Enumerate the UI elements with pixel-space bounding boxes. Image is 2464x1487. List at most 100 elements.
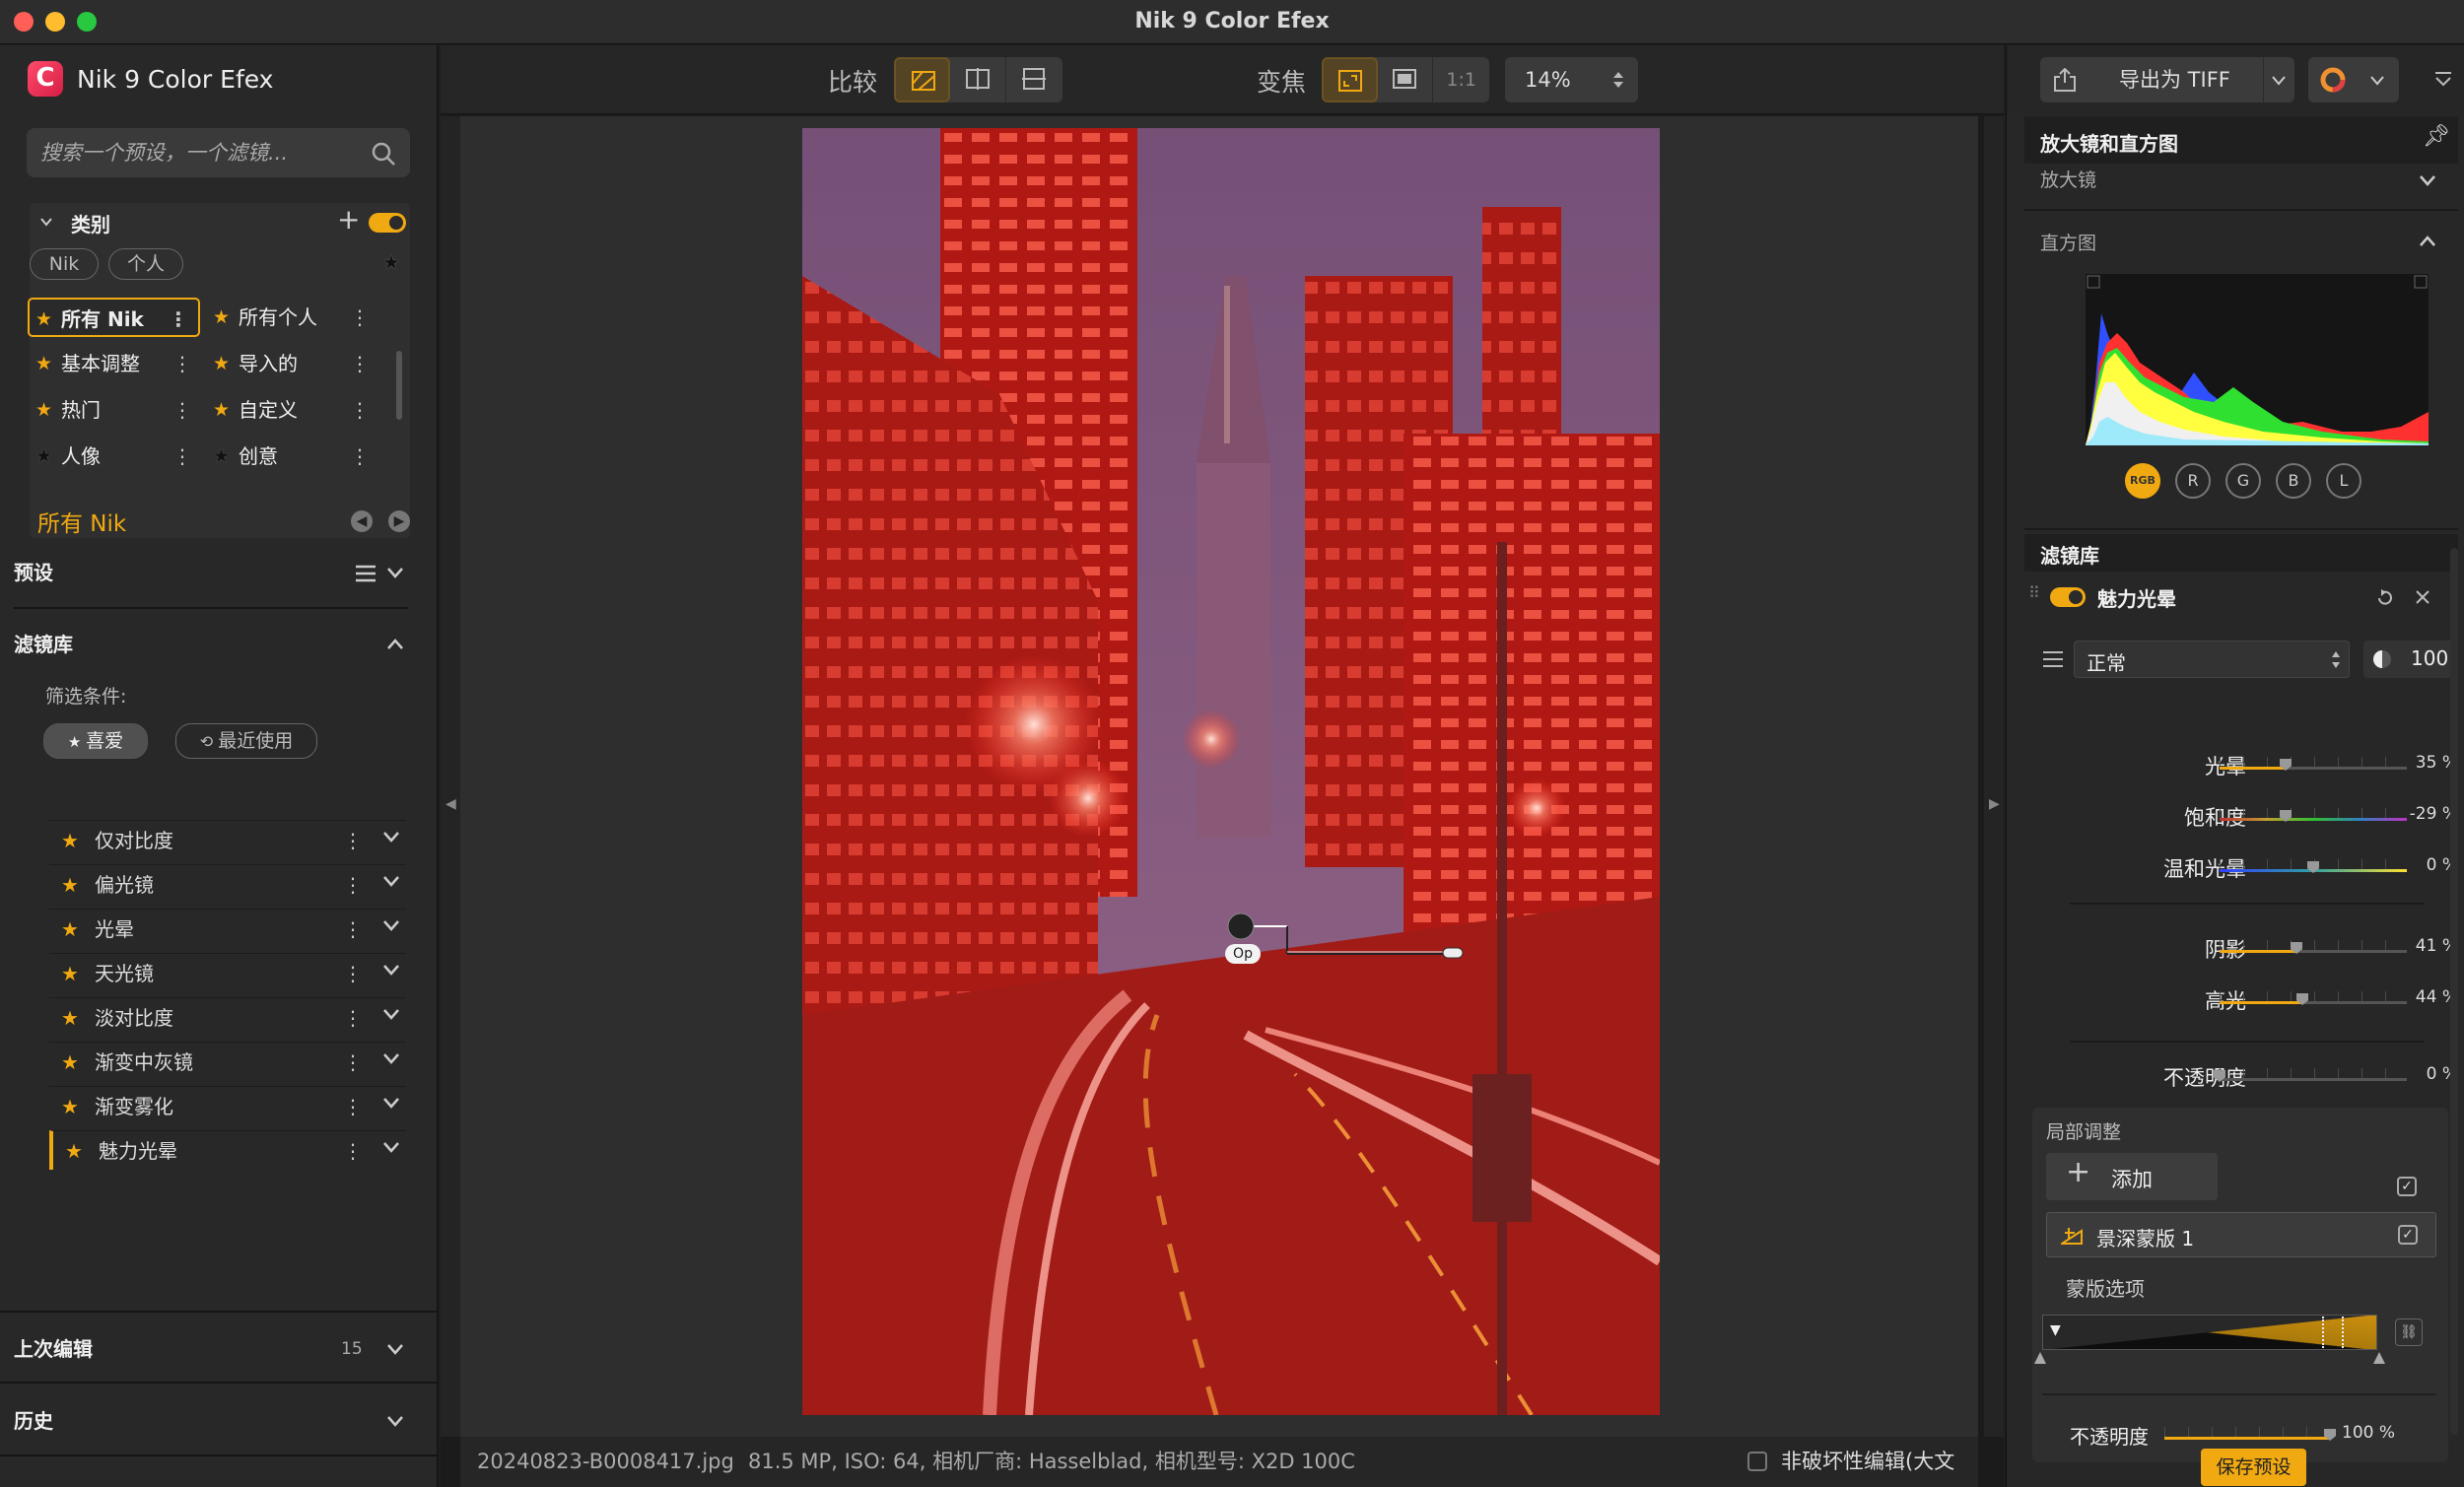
nondestructive-checkbox[interactable] (1747, 1452, 1767, 1471)
recent-filter-button[interactable]: ⟲ 最近使用 (175, 723, 317, 759)
save-preset-button[interactable]: 保存预设 (2201, 1449, 2306, 1486)
search-icon[interactable] (371, 141, 396, 167)
presets-header[interactable]: 预设 (0, 548, 437, 597)
actual-size-button[interactable]: 1:1 (1433, 57, 1489, 102)
more-icon[interactable]: ⋮ (172, 437, 192, 476)
filter-list-item[interactable]: ★ 淡对比度 ⋮ (49, 997, 406, 1037)
more-icon[interactable]: ⋮ (169, 300, 188, 339)
chevron-down-icon[interactable] (382, 1096, 400, 1110)
category-portrait[interactable]: ★ 人像 ⋮ (30, 437, 202, 476)
local-opacity-track[interactable] (2164, 1437, 2330, 1440)
more-icon[interactable]: ⋮ (343, 1043, 363, 1082)
more-icon[interactable]: ⋮ (172, 344, 192, 383)
pill-nik[interactable]: Nik (30, 248, 99, 280)
split-horizontal-button[interactable] (1006, 57, 1062, 102)
last-edit-header[interactable]: 上次编辑 15 (0, 1324, 437, 1374)
fill-screen-button[interactable] (1378, 57, 1434, 102)
filter-list-item[interactable]: ★ 魅力光晕 ⋮ (49, 1130, 406, 1170)
slider-track[interactable] (2220, 818, 2407, 821)
chevron-down-icon[interactable] (386, 1342, 404, 1356)
chevron-down-icon[interactable] (39, 215, 53, 229)
more-icon[interactable]: ⋮ (343, 910, 363, 949)
category-basic[interactable]: ★ 基本调整 ⋮ (30, 344, 202, 383)
category-all-personal[interactable]: ★ 所有个人 ⋮ (207, 298, 379, 337)
list-icon[interactable] (355, 565, 376, 582)
star-icon[interactable]: ★ (61, 998, 79, 1038)
mask-marker[interactable] (2342, 1317, 2344, 1348)
more-icon[interactable]: ⋮ (350, 390, 370, 430)
favorites-filter-button[interactable]: ★ 喜爱 (43, 723, 148, 759)
filter-list-item[interactable]: ★ 仅对比度 ⋮ (49, 820, 406, 859)
star-icon[interactable]: ★ (61, 954, 79, 993)
chevron-down-icon[interactable] (382, 963, 400, 977)
slider-track[interactable] (2220, 767, 2407, 770)
more-icon[interactable]: ⋮ (343, 998, 363, 1038)
add-category-icon[interactable]: + (337, 203, 360, 236)
history-header[interactable]: 历史 (0, 1396, 437, 1446)
zoom-select[interactable]: 14% (1505, 57, 1638, 102)
filter-library-header[interactable]: 滤镜库 (0, 620, 437, 669)
pill-personal[interactable]: 个人 (108, 248, 183, 280)
more-icon[interactable]: ⋮ (350, 437, 370, 476)
star-icon[interactable]: ★ (61, 1043, 79, 1082)
star-icon[interactable]: ★ (61, 910, 79, 949)
split-vertical-button[interactable] (950, 57, 1006, 102)
chevron-down-icon[interactable] (382, 830, 400, 844)
filter-list-item[interactable]: ★ 天光镜 ⋮ (49, 953, 406, 992)
search-input[interactable] (40, 128, 356, 177)
category-creative[interactable]: ★ 创意 ⋮ (207, 437, 379, 476)
category-popular[interactable]: ★ 热门 ⋮ (30, 390, 202, 430)
filter-list-item[interactable]: ★ 渐变中灰镜 ⋮ (49, 1042, 406, 1081)
chevron-down-icon[interactable] (386, 1414, 404, 1428)
chevron-up-icon[interactable] (386, 638, 404, 651)
more-icon[interactable]: ⋮ (172, 390, 192, 430)
star-icon[interactable]: ★ (65, 1131, 83, 1171)
more-icon[interactable]: ⋮ (343, 865, 363, 905)
more-icon[interactable]: ⋮ (343, 1087, 363, 1126)
mask-list-item[interactable]: 景深蒙版 1 ✓ (2046, 1212, 2436, 1257)
control-point-label[interactable]: Op (1225, 944, 1261, 964)
filter-list-item[interactable]: ★ 渐变雾化 ⋮ (49, 1086, 406, 1125)
left-panel-collapse[interactable]: ◀ (441, 116, 460, 1437)
slider-track[interactable] (2220, 950, 2407, 953)
search-box[interactable] (27, 128, 410, 177)
chevron-down-icon[interactable] (382, 918, 400, 932)
filter-list-item[interactable]: ★ 光晕 ⋮ (49, 909, 406, 948)
next-arrow-icon[interactable]: ▶ (388, 510, 410, 532)
mask-range-slider[interactable] (2042, 1315, 2377, 1350)
mask-checkbox[interactable]: ✓ (2398, 1225, 2418, 1245)
right-panel-collapse[interactable]: ▶ (1984, 116, 2004, 1437)
star-filter-icon[interactable]: ★ (382, 250, 400, 274)
link-icon[interactable]: ⛓ (2395, 1318, 2423, 1346)
star-icon[interactable]: ★ (61, 865, 79, 905)
slider-track[interactable] (2220, 1001, 2407, 1004)
star-icon[interactable]: ★ (61, 821, 79, 860)
category-custom[interactable]: ★ 自定义 ⋮ (207, 390, 379, 430)
more-icon[interactable]: ⋮ (343, 954, 363, 993)
more-icon[interactable]: ⋮ (350, 344, 370, 383)
chevron-down-icon[interactable] (386, 566, 404, 579)
category-imported[interactable]: ★ 导入的 ⋮ (207, 344, 379, 383)
edited-photo[interactable]: Op (802, 128, 1660, 1415)
slider-track[interactable] (2220, 1078, 2407, 1081)
star-icon[interactable]: ★ (61, 1087, 79, 1126)
mask-handle-left[interactable] (2034, 1352, 2046, 1364)
add-local-adjust-button[interactable]: + 添加 (2046, 1153, 2218, 1200)
fit-screen-button[interactable] (1322, 57, 1378, 102)
more-icon[interactable]: ⋮ (343, 1131, 363, 1171)
category-all-nik[interactable]: ★ 所有 Nik ⋮ (28, 298, 200, 337)
chevron-down-icon[interactable] (382, 1140, 400, 1154)
categories-scrollbar[interactable] (396, 351, 402, 420)
select-all-checkbox[interactable]: ✓ (2397, 1177, 2417, 1196)
right-panel-scrollbar[interactable] (2450, 548, 2458, 1435)
compare-off-button[interactable] (894, 57, 950, 102)
chevron-down-icon[interactable] (382, 874, 400, 888)
filter-list-item[interactable]: ★ 偏光镜 ⋮ (49, 864, 406, 904)
mask-handle-right[interactable] (2373, 1352, 2385, 1364)
more-icon[interactable]: ⋮ (343, 821, 363, 860)
previous-arrow-icon[interactable]: ◀ (351, 510, 373, 532)
chevron-down-icon[interactable] (382, 1051, 400, 1065)
categories-toggle[interactable] (369, 213, 406, 233)
more-icon[interactable]: ⋮ (350, 298, 370, 337)
chevron-down-icon[interactable] (382, 1007, 400, 1021)
